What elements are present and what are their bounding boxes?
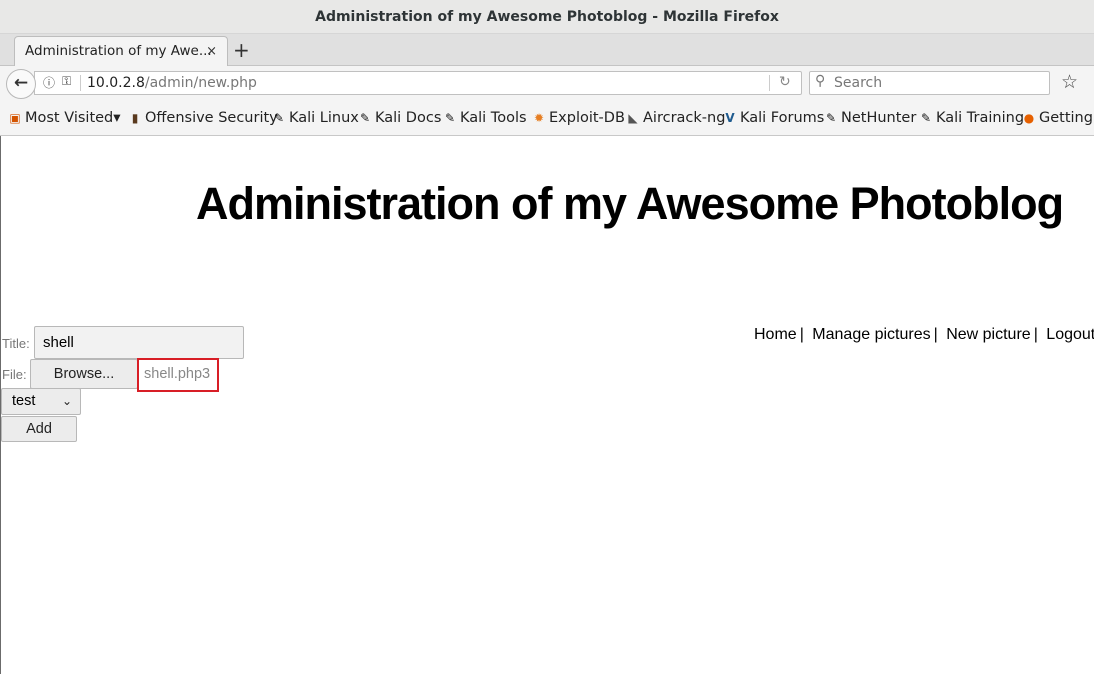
bookmark-most-visited[interactable]: ▣ Most Visited▾ bbox=[8, 109, 121, 127]
bookmark-kali-linux[interactable]: ✎ Kali Linux bbox=[272, 109, 359, 127]
bookmark-label: Most Visited bbox=[25, 110, 114, 126]
bookmark-label: Offensive Security bbox=[145, 110, 278, 126]
category-select-value: test bbox=[12, 393, 36, 409]
tab-bar: Administration of my Awe... × + bbox=[0, 34, 1094, 67]
nav-home-link[interactable]: Home bbox=[754, 326, 797, 343]
site-nav: Home | Manage pictures | New picture | Logo… bbox=[754, 326, 1094, 344]
title-label: Title: bbox=[2, 336, 30, 351]
page-title: Administration of my Awesome Photoblog bbox=[196, 178, 1064, 229]
tab-label: Administration of my Awe... bbox=[25, 43, 212, 59]
info-icon[interactable]: ⓘ bbox=[43, 74, 55, 91]
chevron-down-icon: ⌄ bbox=[61, 394, 72, 408]
bookmark-label: Kali Tools bbox=[460, 110, 527, 126]
url-divider bbox=[80, 75, 81, 91]
bookmark-kali-docs[interactable]: ✎ Kali Docs bbox=[358, 109, 441, 127]
bookmark-aircrack[interactable]: ◣ Aircrack-ng bbox=[626, 109, 725, 127]
bookmark-label: Kali Training bbox=[936, 110, 1025, 126]
bookmark-label: Kali Forums bbox=[740, 110, 825, 126]
bookmark-label: Aircrack-ng bbox=[643, 110, 726, 126]
tab-close-icon[interactable]: × bbox=[206, 37, 217, 66]
kali-icon: ✎ bbox=[920, 111, 932, 125]
url-text[interactable]: 10.0.2.8/admin/new.php bbox=[87, 75, 257, 91]
back-arrow-icon: ← bbox=[13, 73, 29, 93]
browse-button[interactable]: Browse... bbox=[30, 359, 138, 389]
nav-toolbar: ⓘ ⚿ 10.0.2.8/admin/new.php ↻ ← ⚲ ☆ bbox=[0, 66, 1094, 100]
exploit-db-icon: ✹ bbox=[533, 111, 545, 125]
most-visited-icon: ▣ bbox=[9, 111, 21, 125]
bookmarks-toolbar: ▣ Most Visited▾ ▮ Offensive Security ✎ Kali… bbox=[0, 100, 1094, 136]
bookmark-offensive-security[interactable]: ▮ Offensive Security bbox=[128, 109, 278, 127]
reload-icon[interactable]: ↻ bbox=[779, 74, 791, 90]
chevron-down-icon: ▾ bbox=[113, 110, 121, 126]
kali-icon: ✎ bbox=[359, 111, 371, 125]
annotation-highlight-box bbox=[137, 358, 219, 392]
nav-manage-pictures-link[interactable]: Manage pictures bbox=[812, 326, 930, 343]
back-button[interactable]: ← bbox=[6, 69, 36, 99]
reload-divider bbox=[769, 75, 770, 91]
bookmark-label: Exploit-DB bbox=[549, 110, 625, 126]
firefox-icon: ● bbox=[1023, 111, 1035, 125]
key-icon[interactable]: ⚿ bbox=[62, 74, 71, 89]
bookmark-nethunter[interactable]: ✎ NetHunter bbox=[824, 109, 916, 127]
nav-logout-link[interactable]: Logout bbox=[1046, 326, 1094, 343]
search-icon: ⚲ bbox=[815, 73, 826, 89]
window-title: Administration of my Awesome Photoblog -… bbox=[315, 9, 779, 25]
bookmark-exploit-db[interactable]: ✹ Exploit-DB bbox=[532, 109, 625, 127]
bookmark-label: Kali Linux bbox=[289, 110, 359, 126]
tab-active[interactable]: Administration of my Awe... × bbox=[14, 36, 228, 67]
bookmark-kali-forums[interactable]: V Kali Forums bbox=[723, 109, 824, 127]
search-bar[interactable]: ⚲ bbox=[809, 71, 1050, 95]
file-label: File: bbox=[2, 367, 27, 382]
kali-icon: ✎ bbox=[273, 111, 285, 125]
title-input[interactable] bbox=[34, 326, 244, 359]
offensive-security-icon: ▮ bbox=[131, 111, 139, 125]
forums-icon: V bbox=[725, 111, 735, 125]
nav-separator: | bbox=[1033, 326, 1038, 343]
aircrack-icon: ◣ bbox=[628, 111, 638, 125]
kali-icon: ✎ bbox=[825, 111, 837, 125]
category-select[interactable]: test ⌄ bbox=[1, 388, 81, 415]
bookmark-kali-tools[interactable]: ✎ Kali Tools bbox=[443, 109, 527, 127]
url-path: /admin/new.php bbox=[144, 75, 257, 91]
kali-icon: ✎ bbox=[444, 111, 456, 125]
bookmark-label: Kali Docs bbox=[375, 110, 442, 126]
bookmark-getting-started[interactable]: ● Getting Started bbox=[1022, 109, 1094, 127]
add-button[interactable]: Add bbox=[1, 416, 77, 442]
nav-new-picture-link[interactable]: New picture bbox=[946, 326, 1030, 343]
nav-separator: | bbox=[799, 326, 804, 343]
nav-separator: | bbox=[933, 326, 938, 343]
url-bar[interactable]: ⓘ ⚿ 10.0.2.8/admin/new.php ↻ bbox=[34, 71, 802, 95]
new-tab-icon[interactable]: + bbox=[233, 36, 250, 64]
bookmark-kali-training[interactable]: ✎ Kali Training bbox=[919, 109, 1024, 127]
bookmark-star-icon[interactable]: ☆ bbox=[1061, 71, 1078, 93]
search-input[interactable] bbox=[834, 74, 1044, 92]
bookmark-label: Getting Started bbox=[1039, 110, 1094, 126]
bookmark-label: NetHunter bbox=[841, 110, 917, 126]
window-titlebar: Administration of my Awesome Photoblog -… bbox=[0, 0, 1094, 34]
url-host: 10.0.2.8 bbox=[87, 75, 145, 91]
